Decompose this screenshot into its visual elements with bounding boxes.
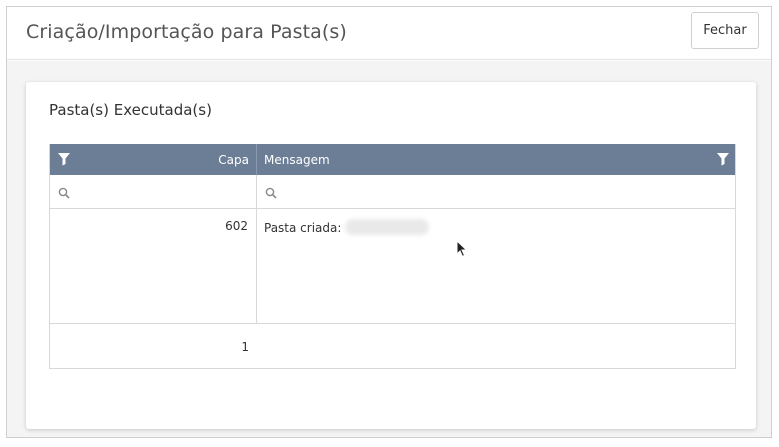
filter-cell-mensagem: [257, 175, 737, 208]
search-icon: [265, 184, 277, 203]
row-count: 1: [241, 340, 249, 354]
cell-mensagem: Pasta criada:: [257, 209, 737, 323]
filter-icon[interactable]: [57, 152, 71, 169]
column-label-mensagem: Mensagem: [264, 153, 330, 167]
mensagem-filter-input[interactable]: [283, 180, 729, 202]
table-row[interactable]: 602 Pasta criada:: [50, 209, 735, 324]
grid-footer: 1: [50, 324, 735, 368]
redacted-value: [345, 219, 430, 235]
modal-header: Criação/Importação para Pasta(s) Fechar: [7, 7, 771, 60]
panel-title: Pasta(s) Executada(s): [49, 101, 212, 119]
modal-dialog: Criação/Importação para Pasta(s) Fechar …: [6, 6, 772, 438]
results-grid: Capa Mensagem 602 Pasta criada: 1: [49, 144, 736, 369]
results-panel: Pasta(s) Executada(s) Capa Mensagem 602 …: [26, 82, 756, 429]
column-header-capa[interactable]: Capa: [50, 144, 257, 175]
cell-capa: 602: [50, 209, 257, 323]
close-button[interactable]: Fechar: [691, 12, 759, 49]
grid-header: Capa Mensagem: [50, 144, 735, 175]
modal-title: Criação/Importação para Pasta(s): [26, 21, 347, 43]
mouse-cursor-icon: [456, 239, 468, 262]
filter-icon[interactable]: [716, 152, 730, 169]
cell-mensagem-text: Pasta criada:: [264, 221, 342, 235]
capa-filter-input[interactable]: [76, 180, 248, 202]
filter-row: [50, 175, 735, 209]
filter-cell-capa: [50, 175, 257, 208]
column-label-capa: Capa: [218, 153, 249, 167]
column-header-mensagem[interactable]: Mensagem: [257, 144, 737, 175]
modal-body: Pasta(s) Executada(s) Capa Mensagem 602 …: [7, 61, 771, 437]
search-icon: [58, 184, 70, 203]
